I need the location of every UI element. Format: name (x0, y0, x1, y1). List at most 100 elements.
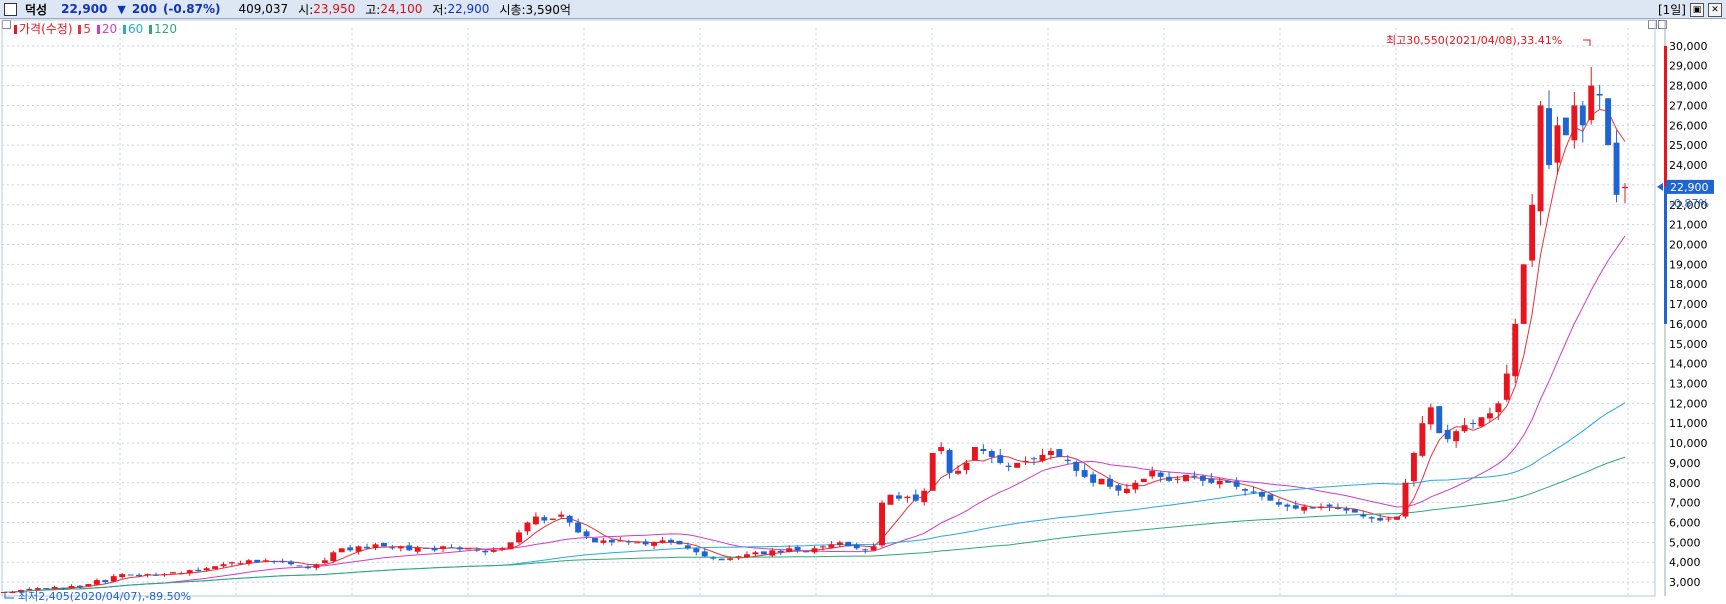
candle-body (1284, 504, 1291, 507)
candle (1334, 503, 1341, 510)
candle (718, 558, 725, 561)
candle-body (1453, 431, 1460, 442)
candle (668, 538, 674, 545)
candle-body (870, 546, 877, 551)
candle-body (456, 547, 463, 550)
candle-body (1157, 472, 1164, 477)
y-tick-label: 20,000 (1669, 238, 1708, 251)
candle-body (583, 531, 590, 537)
candle-body (153, 574, 159, 576)
candle-body (1098, 478, 1105, 485)
candle-body (1613, 142, 1620, 195)
candle (304, 564, 311, 570)
candle (1368, 516, 1375, 523)
candle (212, 566, 219, 569)
candle-body (389, 547, 396, 549)
candle (161, 573, 168, 577)
candle-body (988, 451, 995, 457)
candle (904, 495, 911, 503)
candle (549, 518, 556, 520)
price-chart[interactable]: 3,000 4,000 5,000 6,000 7,000 8,000 9,000 10,00… (0, 0, 1726, 604)
y-tick-label: 9,000 (1669, 457, 1701, 470)
candle-body (1444, 430, 1451, 440)
candle (532, 512, 539, 526)
candle-body (971, 447, 978, 461)
candle (1588, 67, 1595, 125)
candle-body (77, 585, 83, 588)
candle (127, 574, 134, 576)
candle-body (490, 550, 497, 552)
candle-body (836, 542, 843, 545)
candle (1427, 403, 1434, 430)
candle (1309, 507, 1316, 509)
candle-body (1107, 478, 1113, 487)
candle (659, 537, 666, 544)
candle-body (237, 563, 244, 565)
candle (406, 542, 413, 552)
candle-body (347, 547, 354, 551)
candle-body (608, 539, 615, 543)
candle (1402, 478, 1409, 519)
candle (1014, 462, 1021, 468)
candle-body (1199, 476, 1206, 481)
candle-body (1, 592, 7, 594)
candle-body (1047, 451, 1054, 455)
candle-body (1503, 373, 1510, 400)
candle-body (1318, 506, 1325, 508)
candle (1098, 478, 1105, 485)
candle (1486, 407, 1493, 423)
candle (744, 551, 750, 558)
candle (997, 448, 1004, 465)
candle-body (313, 564, 320, 568)
candle-body (203, 568, 210, 571)
candle (1613, 130, 1620, 203)
candle-body (1334, 507, 1341, 509)
candle (600, 537, 607, 545)
candle (93, 578, 100, 586)
candle-body (710, 557, 717, 559)
candle-body (600, 540, 607, 543)
candle-body (169, 572, 176, 574)
candle-body (380, 542, 387, 547)
candle-body (1385, 518, 1392, 520)
candle (516, 529, 522, 545)
candle-body (1546, 108, 1552, 166)
candle-body (1039, 454, 1046, 461)
candle (634, 542, 641, 544)
candle-body (524, 522, 531, 532)
candle-body (786, 548, 793, 552)
candle (1470, 419, 1476, 429)
candle (1351, 509, 1358, 513)
candle (178, 571, 185, 575)
current-price-label: 22,900 (1670, 181, 1709, 194)
candle (1031, 456, 1037, 466)
candle (912, 489, 919, 502)
candle-body (60, 587, 67, 589)
candle-body (1309, 507, 1316, 509)
candle-body (1461, 425, 1468, 432)
candle (431, 545, 438, 552)
candle-body (1402, 482, 1409, 517)
candle-body (845, 541, 852, 547)
y-tick-label: 11,000 (1669, 417, 1708, 430)
candle-body (803, 551, 810, 553)
candle (153, 572, 159, 576)
candle-body (1174, 478, 1181, 480)
candle-body (178, 573, 185, 575)
candle-body (566, 515, 573, 523)
y-tick-label: 29,000 (1669, 60, 1708, 73)
candle-body (684, 545, 691, 549)
y-tick-label: 3,000 (1669, 576, 1701, 589)
candle-body (592, 537, 598, 543)
candle-body (1495, 403, 1502, 413)
candle-body (1605, 98, 1612, 146)
candle (220, 562, 227, 568)
candle (440, 545, 446, 553)
candle-body (304, 566, 311, 569)
candle (803, 551, 810, 553)
candle (279, 558, 286, 563)
candle (1622, 183, 1628, 204)
candle (608, 539, 615, 546)
candle (507, 542, 514, 550)
candle-body (1520, 264, 1527, 324)
